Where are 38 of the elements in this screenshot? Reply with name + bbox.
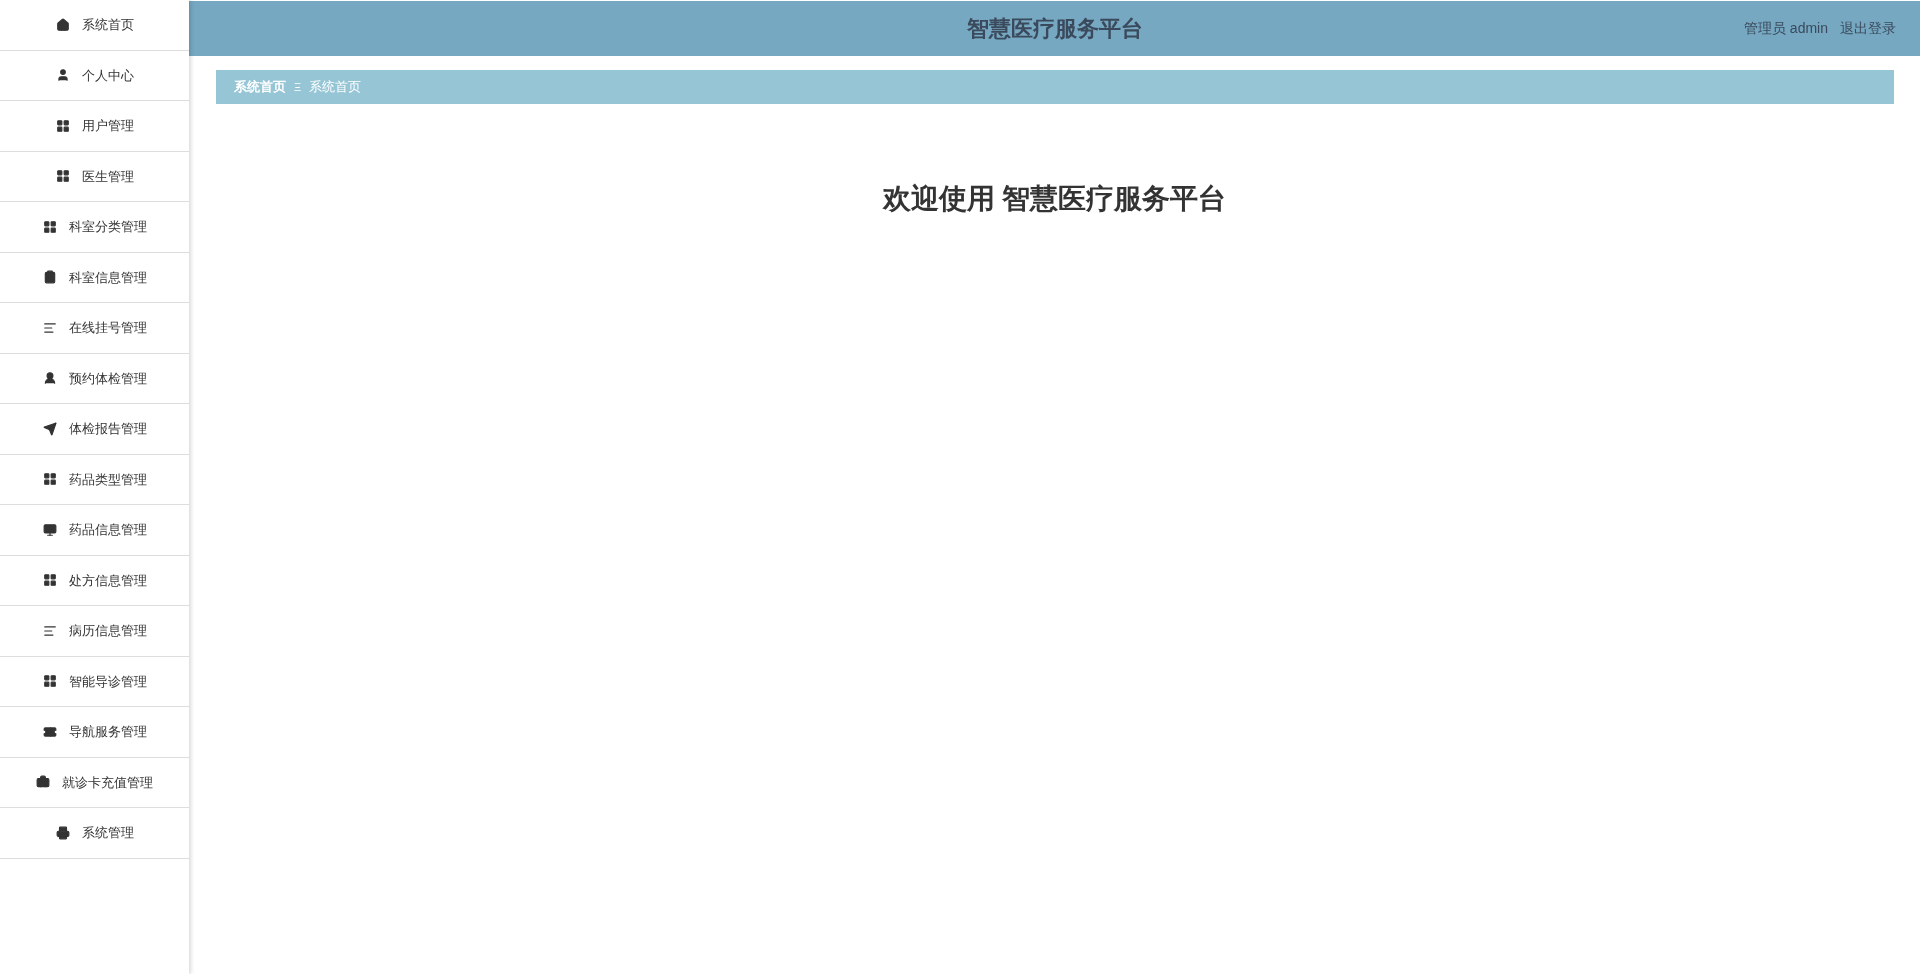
sidebar-item[interactable]: 预约体检管理 (0, 353, 189, 404)
welcome-heading: 欢迎使用 智慧医疗服务平台 (881, 182, 1228, 216)
grid-icon (55, 169, 70, 184)
sidebar-item[interactable]: 处方信息管理 (0, 555, 189, 606)
grid-icon (42, 472, 57, 487)
list-icon (42, 320, 57, 335)
briefcase-icon (36, 775, 50, 790)
user-label: 管理员 admin (1743, 19, 1828, 38)
sidebar-item[interactable]: 个人中心 (0, 50, 189, 101)
breadcrumb-separator: Ξ (294, 79, 302, 95)
sidebar-item[interactable]: 体检报告管理 (0, 404, 189, 455)
paper-plane-icon (42, 421, 57, 436)
sidebar-item[interactable]: 科室分类管理 (0, 202, 189, 253)
sidebar-item[interactable]: 智能导诊管理 (0, 656, 189, 707)
user-icon (55, 68, 70, 83)
logout-link[interactable]: 退出登录 (1840, 18, 1896, 39)
grid-icon (42, 573, 57, 588)
grid-icon (42, 674, 57, 689)
sidebar-item[interactable]: 药品类型管理 (0, 454, 189, 505)
sidebar-item[interactable]: 病历信息管理 (0, 606, 189, 657)
clipboard-icon (42, 270, 57, 285)
sidebar-item[interactable]: 系统管理 (0, 808, 189, 859)
sidebar-item[interactable]: 在线挂号管理 (0, 303, 189, 354)
grid-icon (42, 219, 57, 234)
home-icon (55, 17, 70, 32)
sidebar-item[interactable]: 科室信息管理 (0, 252, 189, 303)
grid-icon (55, 118, 70, 133)
list-icon (42, 623, 57, 638)
ticket-icon (42, 724, 57, 739)
sidebar-item[interactable]: 用户管理 (0, 101, 189, 152)
sidebar-item[interactable]: 药品信息管理 (0, 505, 189, 556)
header-title: 智慧医疗服务平台 (966, 15, 1143, 43)
printer-icon (55, 825, 70, 840)
sidebar-item[interactable]: 就诊卡充值管理 (0, 757, 189, 808)
person-icon (42, 371, 57, 386)
monitor-icon (42, 522, 57, 537)
sidebar-item[interactable]: 导航服务管理 (0, 707, 189, 758)
sidebar-item[interactable]: 医生管理 (0, 151, 189, 202)
